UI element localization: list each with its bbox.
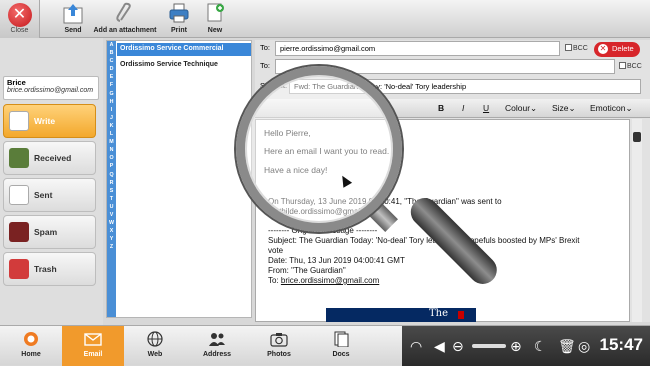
italic-button[interactable]: I xyxy=(462,103,464,113)
close-button[interactable]: ✕ Close xyxy=(0,0,40,38)
send-button[interactable]: Send xyxy=(58,2,88,34)
folder-write[interactable]: Write xyxy=(3,104,96,138)
close-icon: ✕ xyxy=(598,44,608,54)
taskbar-web[interactable]: Web xyxy=(124,326,186,366)
size-dropdown[interactable]: Size⌄ xyxy=(552,103,576,114)
volume-icon[interactable]: ◀ xyxy=(434,338,445,354)
taskbar-home[interactable]: Home xyxy=(0,326,62,366)
address-book-icon xyxy=(209,333,225,346)
clock: 15:47 xyxy=(599,335,643,354)
alphabet-letter[interactable]: N xyxy=(107,146,116,154)
alphabet-letter[interactable]: U xyxy=(107,203,116,211)
bcc-checkbox[interactable]: BCC xyxy=(565,44,588,52)
alphabet-letter[interactable]: V xyxy=(107,211,116,219)
bcc-checkbox[interactable]: BCC xyxy=(619,62,642,70)
alphabet-letter[interactable]: Y xyxy=(107,235,116,243)
alphabet-letter[interactable]: F xyxy=(107,81,116,89)
alphabet-letter[interactable]: D xyxy=(107,65,116,73)
underline-button[interactable]: U xyxy=(483,103,489,113)
contact-item[interactable]: Ordissimo Service Technique xyxy=(117,59,251,72)
alphabet-letter[interactable]: W xyxy=(107,219,116,227)
alphabet-letter[interactable]: G xyxy=(107,90,116,98)
taskbar-docs[interactable]: Docs xyxy=(310,326,372,366)
alphabet-letter[interactable]: J xyxy=(107,114,116,122)
taskbar-address[interactable]: Address xyxy=(186,326,248,366)
scrollbar[interactable] xyxy=(632,119,642,322)
folder-received[interactable]: Received xyxy=(3,141,96,175)
volume-slider[interactable] xyxy=(472,344,506,348)
folder-spam[interactable]: Spam xyxy=(3,215,96,249)
user-box: Brice brice.ordissimo@gmail.com xyxy=(3,76,99,100)
alphabet-letter[interactable]: C xyxy=(107,57,116,65)
envelope-icon xyxy=(84,333,102,346)
magnifier-glass xyxy=(236,66,402,232)
volume-up-icon[interactable]: ⊕ xyxy=(510,338,522,354)
taskbar: Home Email Web Address Photos Docs ◠ ◀ ⊖… xyxy=(0,325,650,366)
alphabet-letter[interactable]: I xyxy=(107,106,116,114)
received-icon xyxy=(9,148,29,168)
to-field[interactable]: pierre.ordissimo@gmail.com xyxy=(275,41,560,56)
alphabet-letter[interactable]: P xyxy=(107,162,116,170)
printer-icon xyxy=(169,3,189,23)
add-attachment-button[interactable]: Add an attachment xyxy=(92,2,158,34)
contact-list: ABCDEFGHIJKLMNOPQRSTUVWXYZ Ordissimo Ser… xyxy=(106,40,252,318)
alphabet-letter[interactable]: X xyxy=(107,227,116,235)
volume-down-icon[interactable]: ⊖ xyxy=(452,338,464,354)
camera-icon xyxy=(270,333,288,347)
power-icon[interactable]: ☾ xyxy=(534,338,547,354)
new-button[interactable]: New xyxy=(200,2,230,34)
alphabet-letter[interactable]: L xyxy=(107,130,116,138)
close-icon: ✕ xyxy=(7,3,32,27)
user-name: Brice xyxy=(7,78,26,87)
alphabet-index: ABCDEFGHIJKLMNOPQRSTUVWXYZ xyxy=(107,41,116,317)
write-icon xyxy=(9,111,29,131)
spam-icon xyxy=(9,222,29,242)
emoticon-dropdown[interactable]: Emoticon⌄ xyxy=(590,103,633,114)
taskbar-email[interactable]: Email xyxy=(62,326,124,366)
alphabet-letter[interactable]: B xyxy=(107,49,116,57)
paperclip-icon xyxy=(116,2,131,22)
alphabet-letter[interactable]: K xyxy=(107,122,116,130)
alphabet-letter[interactable]: O xyxy=(107,154,116,162)
sent-icon xyxy=(9,185,29,205)
alphabet-letter[interactable]: S xyxy=(107,187,116,195)
wifi-icon[interactable]: ◠ xyxy=(410,338,422,354)
globe-icon xyxy=(147,331,163,347)
system-tray: ◠ ◀ ⊖ ⊕ ☾ 🗑 ◎ 15:47 xyxy=(402,326,650,366)
scrollbar-thumb[interactable] xyxy=(633,132,641,142)
guardian-banner-image: The xyxy=(326,308,476,322)
top-toolbar: ✕ Close Send Add an attachment Print New xyxy=(0,0,650,38)
colour-dropdown[interactable]: Colour⌄ xyxy=(505,103,537,114)
folder-sent[interactable]: Sent xyxy=(3,178,96,212)
contact-item[interactable]: Ordissimo Service Commercial xyxy=(117,43,251,56)
to-row: To: pierre.ordissimo@gmail.com BCC ✕ Dele… xyxy=(255,40,650,57)
trash-bin-icon[interactable]: 🗑 xyxy=(558,338,576,354)
alphabet-letter[interactable]: A xyxy=(107,41,116,49)
user-email: brice.ordissimo@gmail.com xyxy=(7,87,94,94)
trash-icon xyxy=(9,259,29,279)
alphabet-letter[interactable]: Z xyxy=(107,243,116,251)
bold-button[interactable]: B xyxy=(438,103,444,113)
print-button[interactable]: Print xyxy=(164,2,194,34)
delete-button[interactable]: ✕ Delete xyxy=(594,42,640,57)
documents-icon xyxy=(334,331,349,348)
folder-trash[interactable]: Trash xyxy=(3,252,96,286)
alphabet-letter[interactable]: E xyxy=(107,73,116,81)
alphabet-letter[interactable]: Q xyxy=(107,171,116,179)
alphabet-letter[interactable]: T xyxy=(107,195,116,203)
alphabet-letter[interactable]: R xyxy=(107,179,116,187)
alphabet-letter[interactable]: H xyxy=(107,98,116,106)
new-document-icon xyxy=(207,3,224,22)
alphabet-letter[interactable]: M xyxy=(107,138,116,146)
send-icon xyxy=(63,4,83,24)
help-lifebuoy-icon[interactable]: ◎ xyxy=(578,338,590,354)
taskbar-photos[interactable]: Photos xyxy=(248,326,310,366)
home-icon xyxy=(24,332,38,346)
